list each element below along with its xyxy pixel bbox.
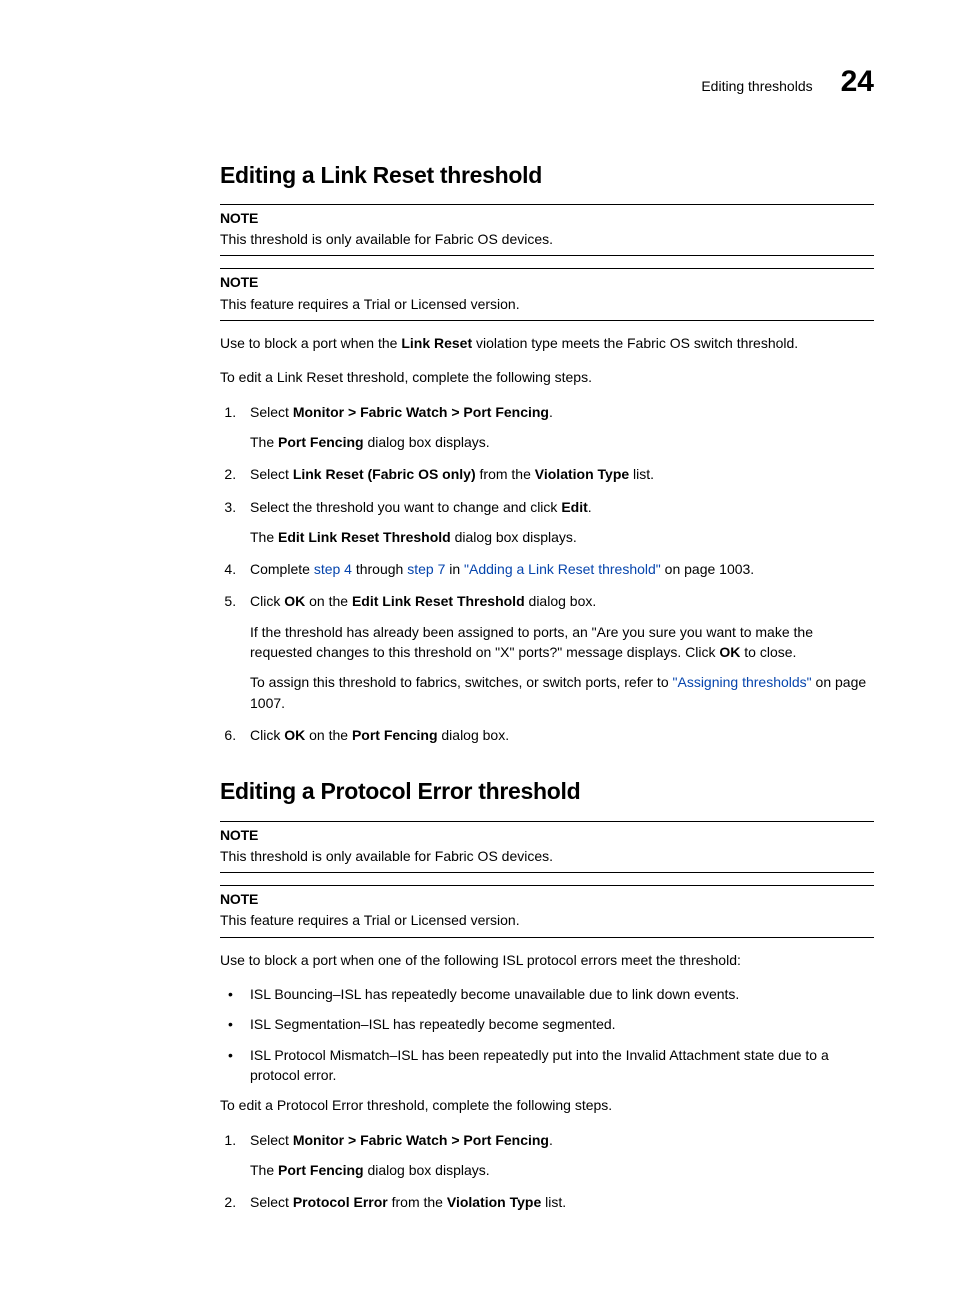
note-label: NOTE	[220, 205, 874, 229]
text: dialog box displays.	[451, 529, 577, 545]
menu-path: Monitor > Fabric Watch > Port Fencing	[293, 1132, 549, 1148]
text: on page 1003.	[661, 561, 754, 577]
text: through	[352, 561, 407, 577]
menu-path: Monitor > Fabric Watch > Port Fencing	[293, 404, 549, 420]
text: Select	[250, 1194, 293, 1210]
button-name: Edit	[561, 499, 587, 515]
running-header: Editing thresholds 24	[220, 60, 874, 104]
text: Select	[250, 466, 293, 482]
header-section-title: Editing thresholds	[701, 76, 812, 96]
text: .	[549, 404, 553, 420]
text: list.	[541, 1194, 566, 1210]
note-block: NOTE This feature requires a Trial or Li…	[220, 268, 874, 321]
note-body: This feature requires a Trial or License…	[220, 910, 874, 934]
paragraph: To edit a Protocol Error threshold, comp…	[220, 1095, 874, 1115]
field-name: Violation Type	[535, 466, 629, 482]
text: dialog box.	[438, 727, 510, 743]
button-name: OK	[284, 727, 305, 743]
dialog-name: Edit Link Reset Threshold	[278, 529, 451, 545]
note-label: NOTE	[220, 886, 874, 910]
note-block: NOTE This threshold is only available fo…	[220, 204, 874, 257]
text: list.	[629, 466, 654, 482]
text: To assign this threshold to fabrics, swi…	[250, 674, 673, 690]
text: Select	[250, 404, 293, 420]
text: .	[588, 499, 592, 515]
cross-ref-link[interactable]: step 4	[314, 561, 352, 577]
text: on the	[305, 727, 352, 743]
field-name: Violation Type	[447, 1194, 541, 1210]
text: Select the threshold you want to change …	[250, 499, 561, 515]
step-item: Click OK on the Edit Link Reset Threshol…	[240, 591, 874, 712]
dialog-name: Edit Link Reset Threshold	[352, 593, 525, 609]
page: Editing thresholds 24 Editing a Link Res…	[0, 0, 954, 1302]
paragraph: Use to block a port when one of the foll…	[220, 950, 874, 970]
option-name: Protocol Error	[293, 1194, 388, 1210]
heading-link-reset: Editing a Link Reset threshold	[220, 159, 874, 192]
note-label: NOTE	[220, 822, 874, 846]
text: Click	[250, 593, 284, 609]
paragraph: To edit a Link Reset threshold, complete…	[220, 367, 874, 387]
substep: To assign this threshold to fabrics, swi…	[250, 672, 874, 713]
ordered-steps: Select Monitor > Fabric Watch > Port Fen…	[220, 402, 874, 746]
list-item: ISL Bouncing–ISL has repeatedly become u…	[220, 984, 874, 1004]
header-chapter-number: 24	[841, 60, 874, 104]
text: Select	[250, 1132, 293, 1148]
dialog-name: Port Fencing	[278, 1162, 364, 1178]
note-body: This threshold is only available for Fab…	[220, 229, 874, 253]
text: The	[250, 529, 278, 545]
text: to close.	[740, 644, 796, 660]
step-item: Select Monitor > Fabric Watch > Port Fen…	[240, 1130, 874, 1181]
note-body: This threshold is only available for Fab…	[220, 846, 874, 870]
heading-protocol-error: Editing a Protocol Error threshold	[220, 775, 874, 808]
text: dialog box displays.	[364, 1162, 490, 1178]
text: from the	[476, 466, 535, 482]
step-item: Click OK on the Port Fencing dialog box.	[240, 725, 874, 745]
note-block: NOTE This threshold is only available fo…	[220, 821, 874, 874]
text: Use to block a port when the	[220, 335, 401, 351]
note-body: This feature requires a Trial or License…	[220, 294, 874, 318]
list-item: ISL Protocol Mismatch–ISL has been repea…	[220, 1045, 874, 1086]
dialog-name: Port Fencing	[352, 727, 438, 743]
dialog-name: Port Fencing	[278, 434, 364, 450]
button-name: OK	[719, 644, 740, 660]
button-name: OK	[284, 593, 305, 609]
section-protocol-error: Editing a Protocol Error threshold NOTE …	[220, 775, 874, 1212]
cross-ref-link[interactable]: "Adding a Link Reset threshold"	[464, 561, 661, 577]
text: The	[250, 1162, 278, 1178]
substep: The Port Fencing dialog box displays.	[250, 432, 874, 452]
bullet-list: ISL Bouncing–ISL has repeatedly become u…	[220, 984, 874, 1085]
text: Complete	[250, 561, 314, 577]
text: .	[549, 1132, 553, 1148]
step-item: Complete step 4 through step 7 in "Addin…	[240, 559, 874, 579]
option-name: Link Reset (Fabric OS only)	[293, 466, 476, 482]
text: violation type meets the Fabric OS switc…	[472, 335, 798, 351]
note-label: NOTE	[220, 269, 874, 293]
section-link-reset: Editing a Link Reset threshold NOTE This…	[220, 159, 874, 746]
substep: The Edit Link Reset Threshold dialog box…	[250, 527, 874, 547]
text: dialog box displays.	[364, 434, 490, 450]
ordered-steps: Select Monitor > Fabric Watch > Port Fen…	[220, 1130, 874, 1213]
text: on the	[305, 593, 352, 609]
paragraph: Use to block a port when the Link Reset …	[220, 333, 874, 353]
step-item: Select Protocol Error from the Violation…	[240, 1192, 874, 1212]
step-item: Select Monitor > Fabric Watch > Port Fen…	[240, 402, 874, 453]
cross-ref-link[interactable]: "Assigning thresholds"	[673, 674, 812, 690]
note-block: NOTE This feature requires a Trial or Li…	[220, 885, 874, 938]
text: from the	[388, 1194, 447, 1210]
bold-term: Link Reset	[401, 335, 472, 351]
substep: The Port Fencing dialog box displays.	[250, 1160, 874, 1180]
substep: If the threshold has already been assign…	[250, 622, 874, 663]
step-item: Select Link Reset (Fabric OS only) from …	[240, 464, 874, 484]
list-item: ISL Segmentation–ISL has repeatedly beco…	[220, 1014, 874, 1034]
text: in	[445, 561, 464, 577]
text: Click	[250, 727, 284, 743]
cross-ref-link[interactable]: step 7	[407, 561, 445, 577]
step-item: Select the threshold you want to change …	[240, 497, 874, 548]
text: dialog box.	[525, 593, 597, 609]
text: The	[250, 434, 278, 450]
